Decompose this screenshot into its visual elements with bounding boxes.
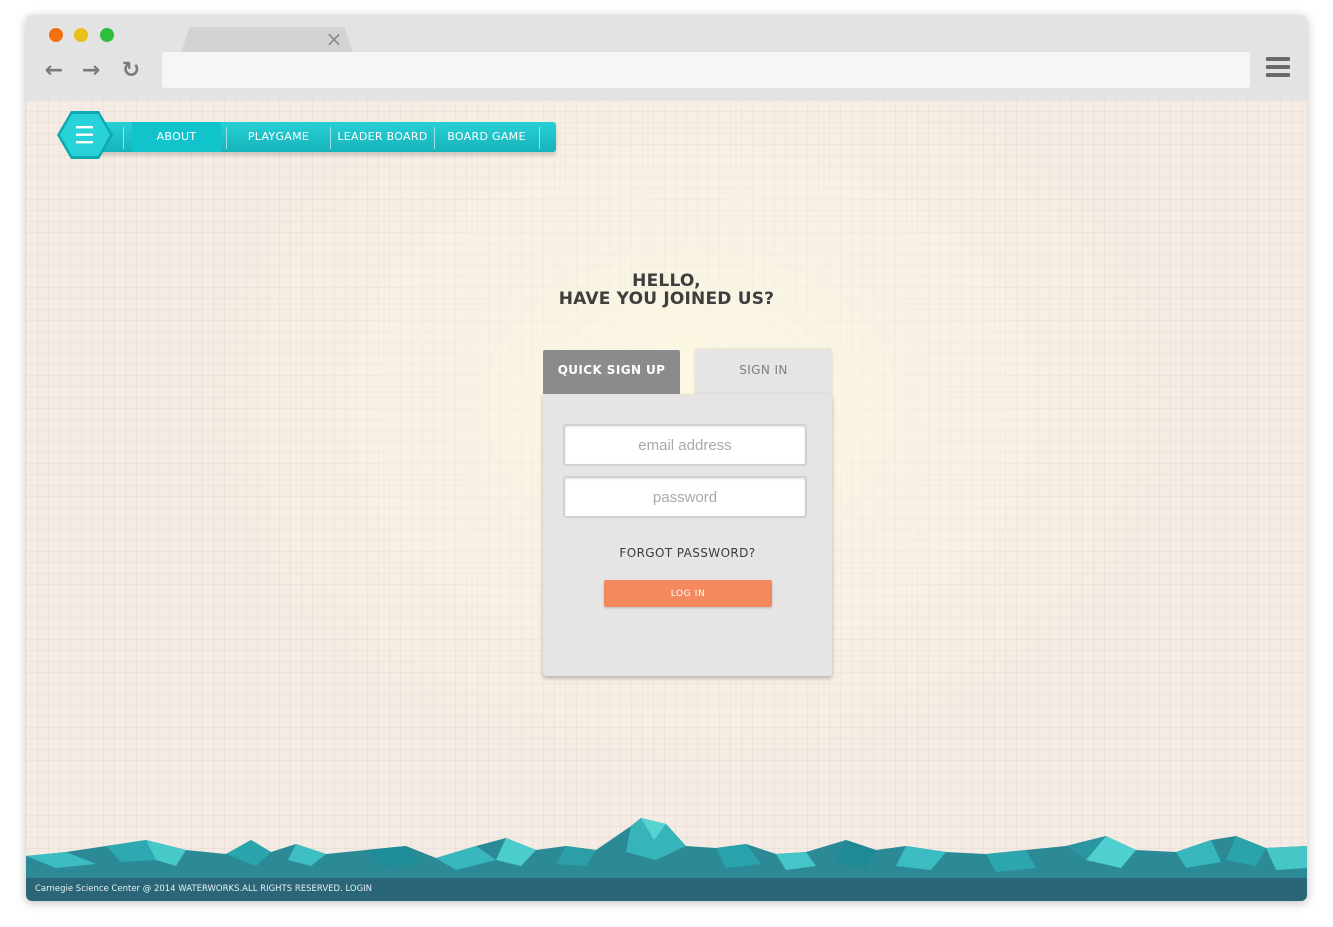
- nav-divider: [123, 127, 124, 149]
- nav-item-leader-board[interactable]: LEADER BOARD: [331, 122, 434, 152]
- nav-divider: [539, 127, 540, 149]
- tab-sign-in[interactable]: SIGN IN: [695, 350, 832, 396]
- address-bar[interactable]: [162, 52, 1250, 88]
- email-field[interactable]: [563, 424, 807, 466]
- menu-icon[interactable]: [1266, 57, 1290, 83]
- page-viewport: ABOUT PLAYGAME LEADER BOARD BOARD GAME H…: [26, 100, 1307, 901]
- auth-card: SIGN IN FORGOT PASSWORD? LOG IN QUICK SI…: [543, 350, 832, 676]
- back-arrow-icon[interactable]: ←: [42, 59, 66, 83]
- tab-quick-sign-up[interactable]: QUICK SIGN UP: [543, 350, 680, 394]
- close-icon[interactable]: ×: [324, 29, 344, 49]
- hexagon-menu-icon[interactable]: [56, 109, 114, 161]
- forgot-password-link[interactable]: FORGOT PASSWORD?: [543, 546, 832, 560]
- greeting-heading: HELLO, HAVE YOU JOINED US?: [26, 272, 1307, 308]
- greeting-line-1: HELLO,: [632, 271, 701, 291]
- menu-bar-line: [1266, 73, 1290, 77]
- menu-bar-line: [1266, 57, 1290, 61]
- forward-arrow-icon[interactable]: →: [79, 59, 103, 83]
- close-window-button[interactable]: [49, 28, 63, 42]
- browser-window: × ← → ↻ ABOUT PLAYGAME LEADER BOARD BOAR…: [26, 15, 1307, 901]
- top-navigation: ABOUT PLAYGAME LEADER BOARD BOARD GAME: [56, 109, 589, 164]
- mountain-landscape-decoration: [26, 818, 1307, 882]
- log-in-button[interactable]: LOG IN: [604, 580, 772, 607]
- greeting-line-2: HAVE YOU JOINED US?: [558, 289, 775, 309]
- menu-bar-line: [1266, 65, 1290, 69]
- maximize-window-button[interactable]: [100, 28, 114, 42]
- nav-item-board-game[interactable]: BOARD GAME: [435, 122, 538, 152]
- nav-item-about[interactable]: ABOUT: [132, 122, 221, 152]
- password-field[interactable]: [563, 476, 807, 518]
- nav-item-playgame[interactable]: PLAYGAME: [227, 122, 330, 152]
- minimize-window-button[interactable]: [74, 28, 88, 42]
- nav-bar: ABOUT PLAYGAME LEADER BOARD BOARD GAME: [96, 122, 556, 152]
- reload-icon[interactable]: ↻: [119, 59, 143, 83]
- auth-panel: FORGOT PASSWORD? LOG IN: [543, 394, 832, 676]
- page-footer: Carnegie Science Center @ 2014 WATERWORK…: [26, 878, 1307, 901]
